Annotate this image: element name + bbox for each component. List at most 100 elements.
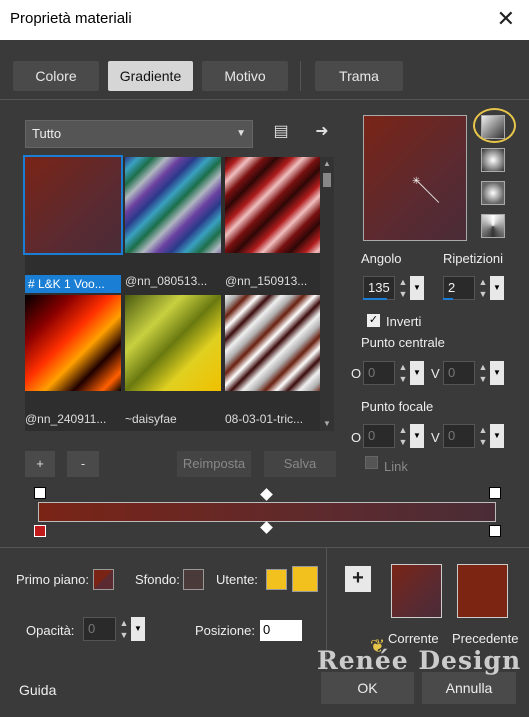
rectangular-gradient-type-button[interactable] [481,148,505,172]
focal-o-stepper-icon[interactable]: ▲ ▼ [396,424,410,448]
reset-button[interactable]: Reimposta [177,451,251,477]
position-input[interactable]: 0 [260,620,302,641]
category-value: Tutto [32,126,62,141]
angle-handle[interactable] [417,181,440,203]
gradient-thumb [225,295,321,391]
center-point-label: Punto centrale [361,335,445,350]
focal-o-dropdown-icon[interactable]: ▼ [410,424,424,448]
stop-marker-left-bottom[interactable] [34,525,46,537]
repeats-slider-fill [443,298,453,300]
center-o-input[interactable]: 0 [363,361,395,385]
midpoint-top-marker[interactable] [260,488,273,501]
gradient-item[interactable]: 08-03-01-tric... [225,295,321,426]
center-o-stepper-icon[interactable]: ▲ ▼ [396,361,410,385]
angle-dropdown-icon[interactable]: ▼ [410,276,424,300]
center-v-input[interactable]: 0 [443,361,475,385]
invert-checkbox[interactable]: ✓ [367,314,380,327]
radial-gradient-type-button[interactable] [481,214,505,238]
watermark-text: Renée Design [317,646,522,675]
remove-gradient-button[interactable]: - [67,451,99,477]
add-to-library-button[interactable]: + [345,566,371,592]
stop-marker-right-top[interactable] [489,487,501,499]
scroll-up-icon[interactable]: ▲ [323,159,331,168]
previous-label: Precedente [452,631,519,646]
center-v-label: V [431,366,440,381]
midpoint-bottom-marker[interactable] [260,521,273,534]
stop-marker-right-bottom[interactable] [489,525,501,537]
arrow-right-icon[interactable]: ➜ [311,121,333,143]
scroll-down-icon[interactable]: ▼ [323,419,331,428]
repeats-input[interactable]: 2 [443,276,475,300]
background-label: Sfondo: [135,572,180,587]
gradient-item-label: @nn_150913... [225,274,308,288]
angle-input[interactable]: 135 [363,276,395,300]
current-swatch [391,564,442,618]
stop-marker-left-top[interactable] [34,487,46,499]
user-swatch[interactable] [292,566,318,592]
save-button[interactable]: Salva [264,451,336,477]
gradient-item[interactable]: ~daisyfae [125,295,221,426]
help-link[interactable]: Guida [19,682,56,698]
add-gradient-button[interactable]: + [25,451,55,477]
butterfly-icon: ❦ [370,636,386,656]
cancel-button[interactable]: Annulla [422,672,516,704]
center-o-label: O [351,366,362,381]
gradient-item-label: # L&K 1 Voo... [25,275,121,293]
center-v-stepper-icon[interactable]: ▲ ▼ [476,361,490,385]
tab-trama[interactable]: Trama [315,61,403,91]
link-label: Link [384,459,408,474]
focal-point-label: Punto focale [361,399,434,414]
center-v-dropdown-icon[interactable]: ▼ [490,361,504,385]
focal-o-input[interactable]: 0 [363,424,395,448]
close-icon[interactable]: ✕ [497,6,515,32]
position-label: Posizione: [195,623,255,638]
gradient-thumb [225,157,321,253]
opacity-stepper-icon[interactable]: ▲ ▼ [117,617,131,641]
ok-button[interactable]: OK [321,672,414,704]
category-dropdown[interactable]: Tutto ▼ [25,120,253,148]
focal-v-dropdown-icon[interactable]: ▼ [490,424,504,448]
link-checkbox[interactable] [365,456,378,469]
opacity-dropdown-icon[interactable]: ▼ [131,617,145,641]
gradient-item-label: @nn_080513... [125,274,208,288]
current-label: Corrente [388,631,439,646]
gradient-item[interactable]: @nn_240911... [25,295,121,426]
angle-label: Angolo [361,251,402,266]
gradient-item-label: 08-03-01-tric... [225,412,304,426]
sunburst-gradient-type-button[interactable] [481,181,505,205]
opacity-input[interactable]: 0 [83,617,116,641]
gradient-item[interactable]: @nn_150913... [225,157,321,288]
gradient-item-label: @nn_240911... [25,412,107,426]
gradient-thumb [125,295,221,391]
focal-v-label: V [431,430,440,445]
focal-v-stepper-icon[interactable]: ▲ ▼ [476,424,490,448]
selection-highlight-ring [473,108,516,143]
chevron-down-icon: ▼ [236,128,246,139]
previous-swatch[interactable] [457,564,508,618]
tab-motivo[interactable]: Motivo [202,61,288,91]
foreground-swatch[interactable] [93,569,114,590]
center-o-dropdown-icon[interactable]: ▼ [410,361,424,385]
gradient-item[interactable]: @nn_080513... [125,157,221,288]
gradient-item-label: ~daisyfae [125,412,177,426]
title-bar: Proprietà materiali ✕ [0,0,529,40]
repeats-stepper-icon[interactable]: ▲ ▼ [476,276,490,300]
library-browser-icon[interactable]: ▤ [270,121,292,143]
background-swatch[interactable] [183,569,204,590]
gradient-bar[interactable] [38,502,496,522]
focal-v-input[interactable]: 0 [443,424,475,448]
gradient-thumb [23,155,123,255]
repeats-dropdown-icon[interactable]: ▼ [490,276,504,300]
angle-stepper-icon[interactable]: ▲ ▼ [396,276,410,300]
gradient-item[interactable]: # L&K 1 Voo... [23,155,123,293]
user-swatch-small[interactable] [266,569,287,590]
gradient-preview[interactable]: ✳ [363,115,467,241]
foreground-label: Primo piano: [16,572,89,587]
gradient-thumb [25,295,121,391]
user-label: Utente: [216,572,258,587]
tab-colore[interactable]: Colore [13,61,99,91]
grid-scrollbar[interactable]: ▲ ▼ [320,157,334,431]
tab-gradiente[interactable]: Gradiente [108,61,193,91]
scroll-thumb[interactable] [323,173,331,187]
angle-slider-fill [363,298,387,300]
